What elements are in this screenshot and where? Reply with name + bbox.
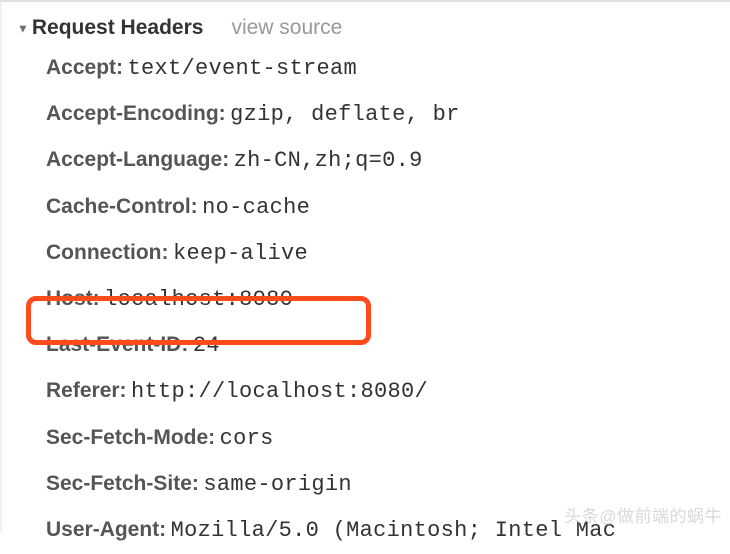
header-value: no-cache [202,195,310,220]
header-name: Cache-Control: [46,195,198,218]
header-value: localhost:8080 [104,287,293,312]
header-name: Accept: [46,56,123,79]
header-value: http://localhost:8080/ [131,379,428,404]
header-row: Host: localhost:8080 [46,277,730,323]
header-row: Referer: http://localhost:8080/ [46,369,730,415]
header-row: Sec-Fetch-Mode: cors [46,416,730,462]
header-row: Accept: text/event-stream [46,46,730,92]
collapse-triangle-icon[interactable]: ▼ [17,21,29,35]
header-row-highlighted: Last-Event-ID: 24 [46,323,730,369]
header-value: same-origin [203,472,352,497]
header-name: Host: [46,287,100,310]
header-row: Cache-Control: no-cache [46,185,730,231]
section-title: Request Headers [32,16,204,40]
headers-panel: ▼ Request Headers view source Accept: te… [0,2,730,554]
header-row: Sec-Fetch-Site: same-origin [46,462,730,508]
header-value: text/event-stream [127,56,357,81]
view-source-link[interactable]: view source [231,16,342,40]
section-header[interactable]: ▼ Request Headers view source [16,10,730,44]
header-value: zh-CN,zh;q=0.9 [234,148,423,173]
header-name: Sec-Fetch-Mode: [46,426,215,449]
headers-list: Accept: text/event-stream Accept-Encodin… [26,44,730,554]
header-name: Sec-Fetch-Site: [46,472,199,495]
header-value: gzip, deflate, br [230,102,460,127]
header-name: Accept-Language: [46,148,229,171]
header-name: Accept-Encoding: [46,102,226,125]
header-row: Accept-Encoding: gzip, deflate, br [46,92,730,138]
header-name: Last-Event-ID: [46,333,188,356]
header-value: 24 [193,333,220,358]
header-name: Referer: [46,379,127,402]
header-value: cors [220,426,274,451]
header-value: keep-alive [173,241,308,266]
header-name: Connection: [46,241,168,264]
header-row: Connection: keep-alive [46,231,730,277]
header-name: User-Agent: [46,518,166,541]
header-value: Mozilla/5.0 (Macintosh; Intel Mac [171,518,617,543]
watermark: 头条@做前端的蜗牛 [564,502,722,527]
header-row: Accept-Language: zh-CN,zh;q=0.9 [46,138,730,184]
